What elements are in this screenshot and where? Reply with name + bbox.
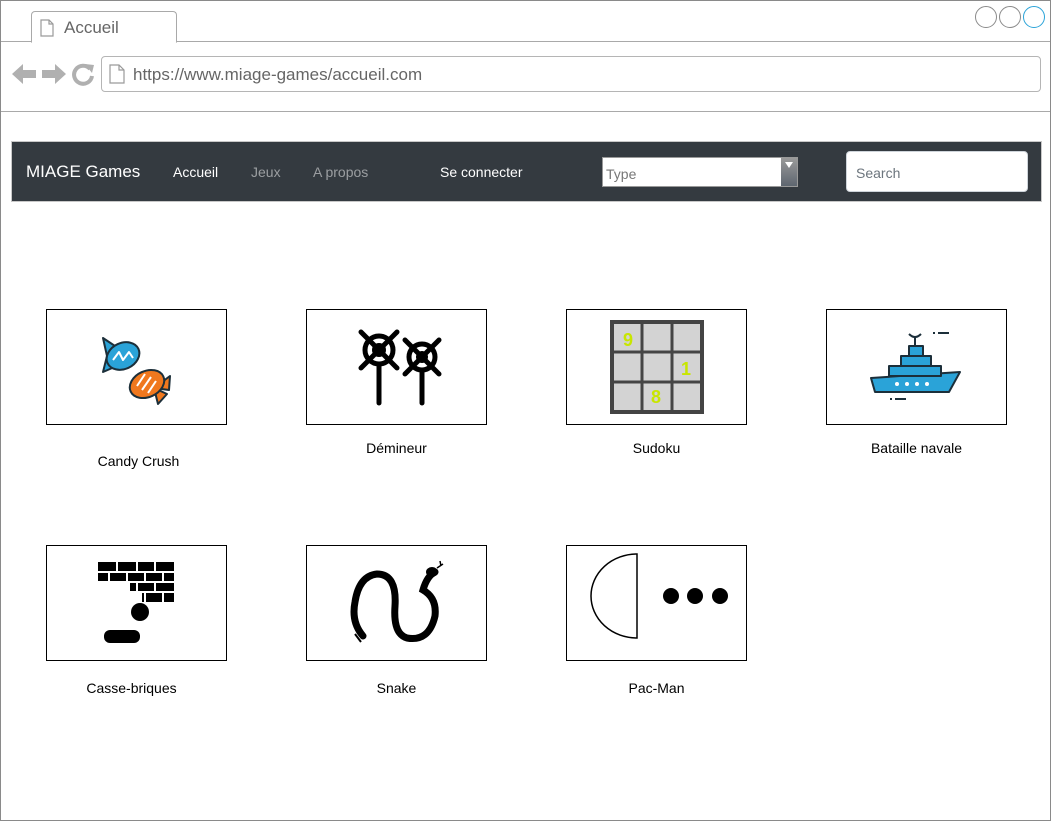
maximize-button[interactable] xyxy=(999,6,1021,28)
sudoku-digit: 9 xyxy=(623,330,633,350)
candy-icon xyxy=(102,337,171,405)
sudoku-grid-icon: 9 1 8 xyxy=(610,320,704,414)
game-label-demineur[interactable]: Démineur xyxy=(306,440,487,456)
url-text: https://www.miage-games/accueil.com xyxy=(133,65,423,84)
reload-icon[interactable] xyxy=(71,62,95,86)
type-select-placeholder: Type xyxy=(606,166,637,182)
type-select[interactable]: Type xyxy=(602,157,798,187)
game-label-snake[interactable]: Snake xyxy=(306,680,487,696)
address-bar: https://www.miage-games/accueil.com xyxy=(1,42,1050,112)
game-card-snake[interactable] xyxy=(306,545,487,661)
nav-link-jeux[interactable]: Jeux xyxy=(251,164,281,180)
game-label-candy-crush[interactable]: Candy Crush xyxy=(48,453,229,469)
back-arrow-icon[interactable] xyxy=(11,62,37,86)
search-placeholder: Search xyxy=(856,165,901,181)
site-brand[interactable]: MIAGE Games xyxy=(26,162,140,182)
game-card-pacman[interactable] xyxy=(566,545,747,661)
game-card-bataille-navale[interactable] xyxy=(826,309,1007,425)
nav-link-a-propos[interactable]: A propos xyxy=(313,164,368,180)
pacman-icon xyxy=(590,553,728,639)
game-card-sudoku[interactable]: 9 1 8 xyxy=(566,309,747,425)
search-input[interactable]: Search xyxy=(846,151,1028,192)
tab-bar: Accueil xyxy=(1,1,1050,43)
battleship-icon xyxy=(870,332,961,400)
game-label-bataille-navale[interactable]: Bataille navale xyxy=(826,440,1007,456)
minimize-button[interactable] xyxy=(975,6,997,28)
tab-title: Accueil xyxy=(64,18,119,37)
game-label-pacman[interactable]: Pac-Man xyxy=(566,680,747,696)
url-field[interactable]: https://www.miage-games/accueil.com xyxy=(101,56,1041,92)
site-navbar: MIAGE Games Accueil Jeux A propos Se con… xyxy=(11,141,1042,202)
window-controls xyxy=(975,6,1045,28)
sudoku-digit: 1 xyxy=(681,359,691,379)
dropdown-arrow-icon[interactable] xyxy=(781,158,797,186)
navigation-buttons xyxy=(11,62,95,86)
mines-icon xyxy=(358,329,442,406)
game-card-candy-crush[interactable] xyxy=(46,309,227,425)
sudoku-digit: 8 xyxy=(651,387,661,407)
document-icon xyxy=(40,19,54,37)
game-label-sudoku[interactable]: Sudoku xyxy=(566,440,747,456)
forward-arrow-icon[interactable] xyxy=(41,62,67,86)
game-label-casse-briques[interactable]: Casse-briques xyxy=(41,680,222,696)
game-card-casse-briques[interactable] xyxy=(46,545,227,661)
browser-tab[interactable]: Accueil xyxy=(31,11,177,43)
brick-breaker-icon xyxy=(98,562,174,643)
game-card-demineur[interactable] xyxy=(306,309,487,425)
login-link[interactable]: Se connecter xyxy=(440,164,523,180)
snake-icon xyxy=(350,560,444,643)
close-button[interactable] xyxy=(1023,6,1045,28)
browser-window: Accueil https://www.miage-games/accueil.… xyxy=(0,0,1051,821)
document-icon xyxy=(109,64,125,84)
nav-link-accueil[interactable]: Accueil xyxy=(173,164,218,180)
